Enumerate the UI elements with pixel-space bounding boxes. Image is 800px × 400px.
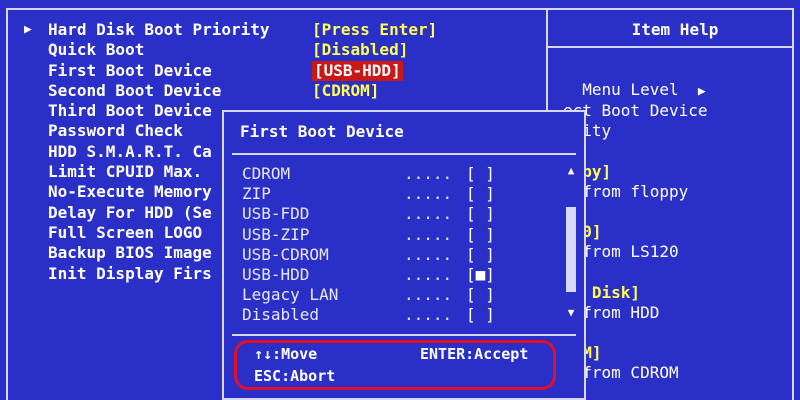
boot-option-label[interactable]: USB-ZIP: [242, 225, 309, 245]
popup-title-separator: [232, 153, 576, 155]
boot-option-checkbox[interactable]: [ ]: [466, 225, 495, 245]
menu-item[interactable]: Second Boot Device [CDROM]: [24, 80, 379, 101]
menu-item-label: Full Screen LOGO: [48, 222, 203, 242]
menu-item-label: Backup BIOS Image: [48, 243, 212, 263]
boot-option-leader: .....: [404, 224, 453, 244]
menu-item-label: First Boot Device: [48, 60, 212, 80]
first-boot-device-popup: First Boot Device CDROM..... [ ] ZIP..... […: [222, 110, 586, 400]
boot-option-leader: .....: [404, 184, 453, 204]
boot-option-checkbox[interactable]: [ ]: [466, 285, 495, 305]
boot-option-label[interactable]: CDROM: [242, 164, 290, 184]
boot-option-label[interactable]: USB-CDROM: [242, 245, 329, 265]
scroll-down-icon[interactable]: ▼: [564, 306, 578, 319]
popup-scroll-thumb[interactable]: [566, 207, 576, 292]
boot-option-checkbox[interactable]: [ ]: [466, 305, 495, 325]
popup-footer-separator: [232, 334, 576, 336]
menu-item-label: Quick Boot: [48, 40, 145, 60]
menu-item-value[interactable]: [CDROM]: [312, 81, 379, 101]
move-hint: ↑↓:Move: [254, 345, 318, 363]
boot-option-checkbox[interactable]: [■]: [466, 265, 495, 285]
boot-option-label[interactable]: Disabled: [242, 305, 319, 325]
boot-option-leader: .....: [404, 265, 453, 284]
menu-item-value[interactable]: [Press Enter]: [312, 20, 437, 40]
help-title-separator: [548, 46, 794, 48]
menu-level-label: Menu Level: [582, 80, 679, 99]
boot-option-leader: .....: [404, 164, 453, 183]
boot-option-label[interactable]: ZIP: [242, 184, 271, 204]
accept-hint: ENTER:Accept: [420, 345, 529, 363]
item-help-title: Item Help: [631, 20, 719, 39]
menu-level-row: Menu Level ▶: [563, 61, 706, 99]
boot-option-checkbox[interactable]: [ ]: [466, 184, 495, 204]
boot-option-leader: .....: [404, 305, 453, 325]
boot-option-leader: .....: [404, 204, 453, 224]
menu-item-label: Limit CPUID Max.: [48, 162, 203, 182]
menu-item-label: Password Check: [48, 121, 183, 141]
abort-hint: ESC:Abort: [254, 367, 336, 385]
menu-item-label: Hard Disk Boot Priority: [48, 20, 270, 39]
menu-item-label: Delay For HDD (Se: [48, 202, 212, 222]
boot-option-leader: .....: [404, 244, 453, 264]
menu-level-arrow-icon: ▶: [697, 84, 706, 99]
boot-option-checkbox[interactable]: [ ]: [466, 164, 495, 184]
boot-option-leader: .....: [404, 285, 453, 305]
boot-option-label[interactable]: USB-FDD: [242, 204, 309, 224]
menu-item-label: Third Boot Device: [48, 101, 212, 121]
menu-item-label: HDD S.M.A.R.T. Ca: [48, 141, 212, 161]
submenu-arrow-icon: ▶: [24, 22, 32, 37]
menu-item[interactable]: Quick Boot [Disabled]: [24, 40, 408, 60]
boot-option-label[interactable]: USB-HDD: [242, 265, 309, 285]
boot-option-checkbox[interactable]: [ ]: [466, 204, 495, 224]
menu-item-value[interactable]: [USB-HDD]: [312, 60, 403, 81]
popup-title: First Boot Device: [240, 122, 404, 141]
menu-item-label: No-Execute Memory: [48, 182, 212, 202]
menu-item-label: Second Boot Device: [48, 80, 222, 100]
menu-item-value[interactable]: [Disabled]: [312, 40, 408, 60]
scroll-up-icon[interactable]: ▲: [564, 164, 578, 177]
boot-option-checkbox[interactable]: [ ]: [466, 245, 495, 265]
menu-item-label: Init Display Firs: [48, 263, 212, 283]
boot-option-label[interactable]: Legacy LAN: [242, 285, 338, 305]
menu-item[interactable]: First Boot Device [USB-HDD]: [24, 60, 403, 81]
menu-item[interactable]: ▶ Hard Disk Boot Priority [Press Enter]: [24, 20, 437, 40]
